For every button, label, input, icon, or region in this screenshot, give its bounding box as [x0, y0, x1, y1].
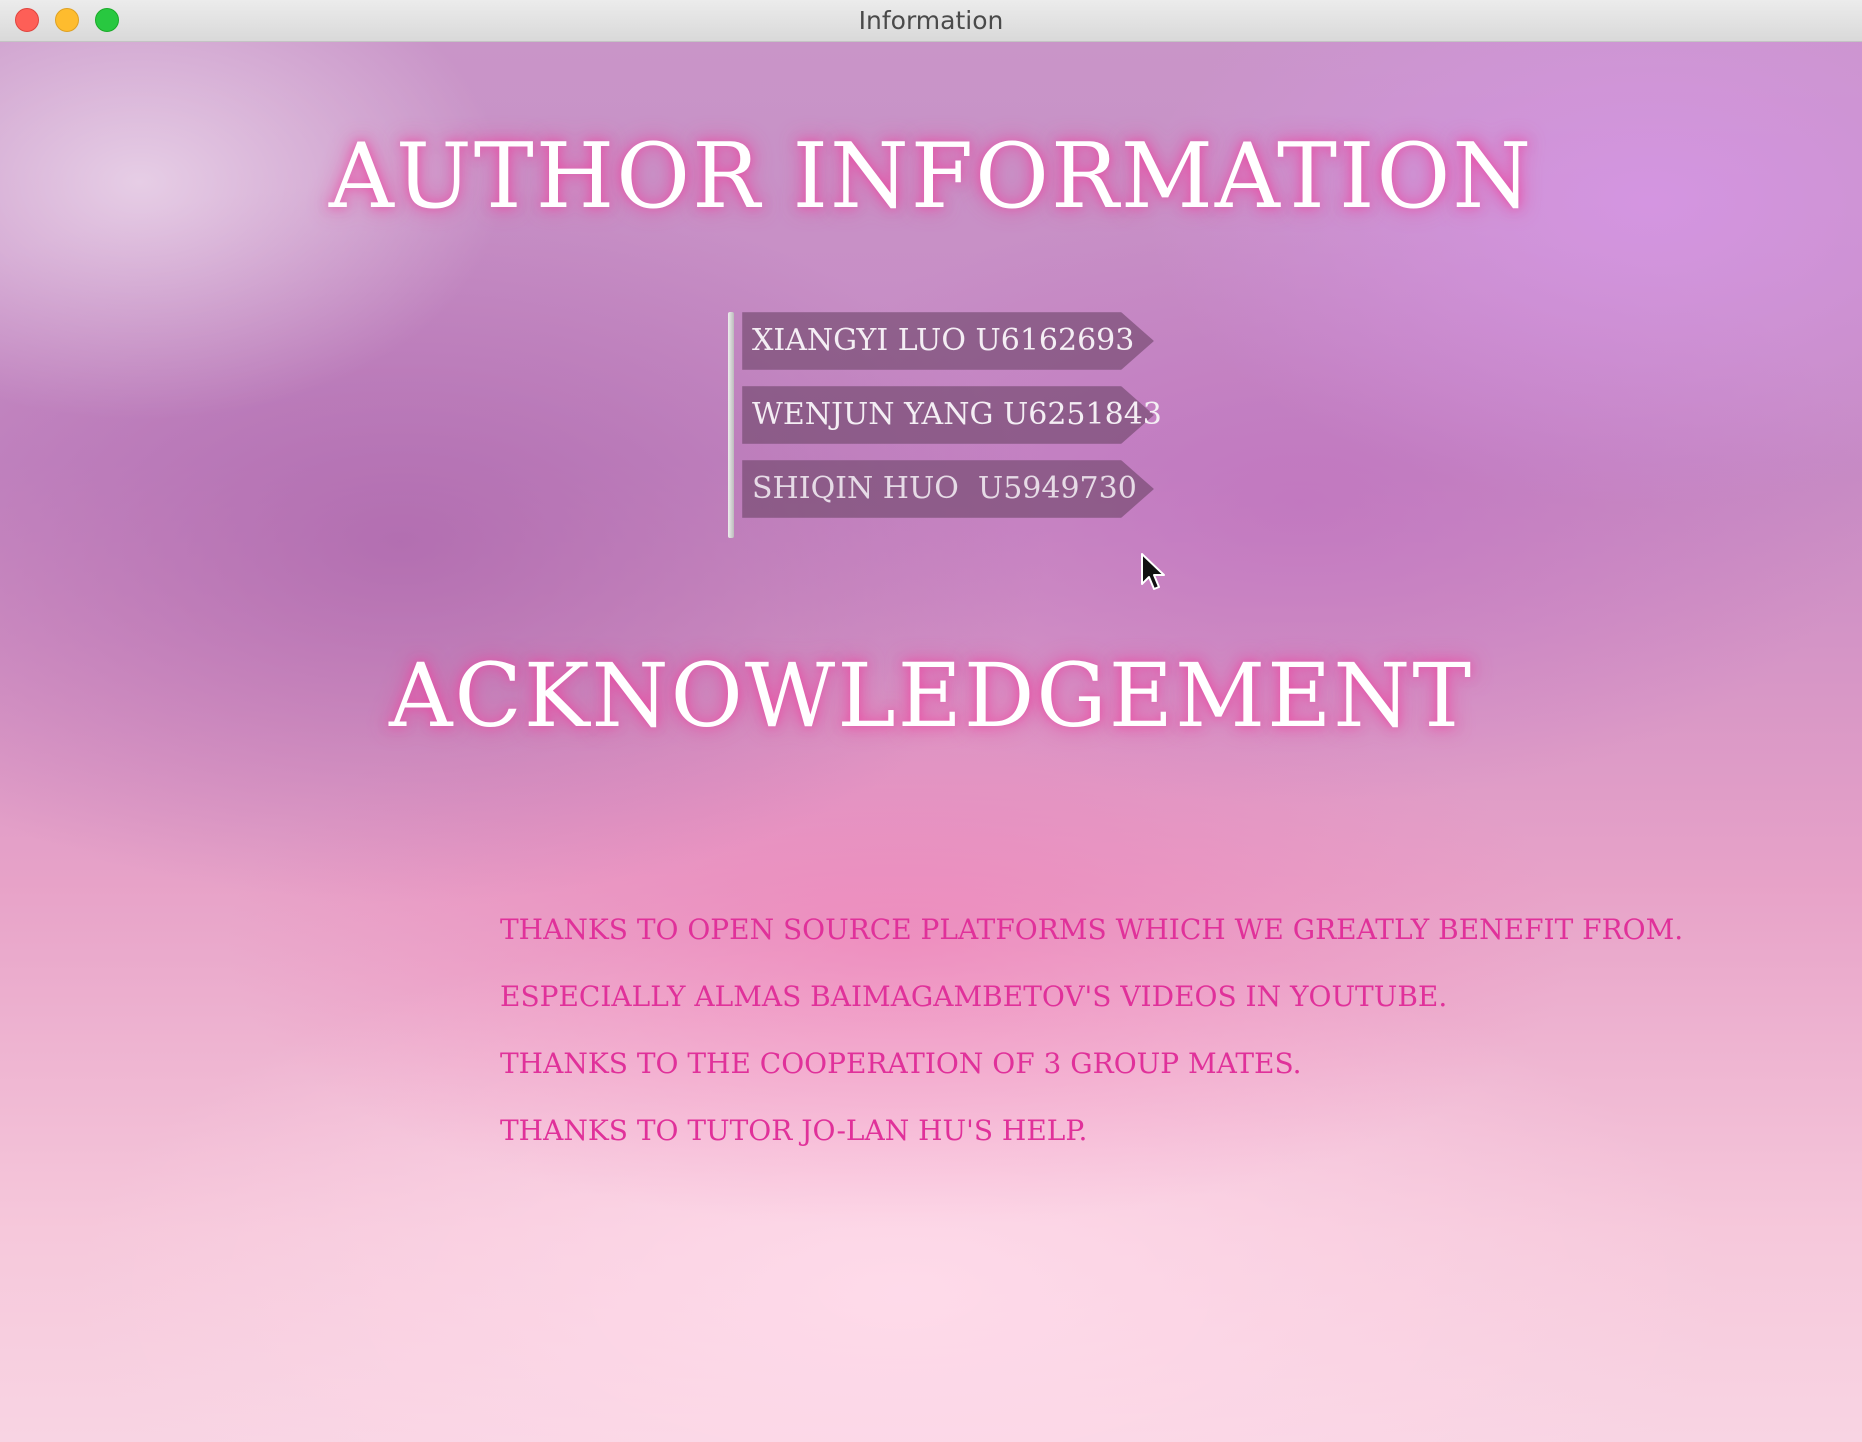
- acknowledgement-line: THANKS TO OPEN SOURCE PLATFORMS WHICH WE…: [500, 913, 1684, 946]
- acknowledgement-list: THANKS TO OPEN SOURCE PLATFORMS WHICH WE…: [500, 910, 1700, 1178]
- acknowledgement-line: THANKS TO THE COOPERATION OF 3 GROUP MAT…: [500, 1047, 1302, 1080]
- author-list-divider: [728, 312, 734, 538]
- acknowledgement-line: THANKS TO TUTOR JO-LAN HU'S HELP.: [500, 1114, 1088, 1147]
- app-window: Information AUTHOR INFORMATION XIANGYI L…: [0, 0, 1862, 1442]
- author-list: XIANGYI LUO U6162693 WENJUN YANG U625184…: [728, 312, 1168, 538]
- author-information-heading: AUTHOR INFORMATION: [328, 124, 1534, 229]
- window-title: Information: [858, 6, 1004, 35]
- title-bar[interactable]: Information: [0, 0, 1862, 42]
- information-panel: AUTHOR INFORMATION XIANGYI LUO U6162693 …: [0, 42, 1862, 1442]
- author-label: SHIQIN HUO U5949730: [752, 471, 1137, 506]
- acknowledgement-heading: ACKNOWLEDGEMENT: [388, 644, 1474, 747]
- mouse-cursor-icon: [1141, 553, 1165, 590]
- author-label: XIANGYI LUO U6162693: [752, 323, 1135, 358]
- author-label: WENJUN YANG U6251843: [752, 397, 1162, 432]
- acknowledgement-line: ESPECIALLY ALMAS BAIMAGAMBETOV'S VIDEOS …: [500, 980, 1448, 1013]
